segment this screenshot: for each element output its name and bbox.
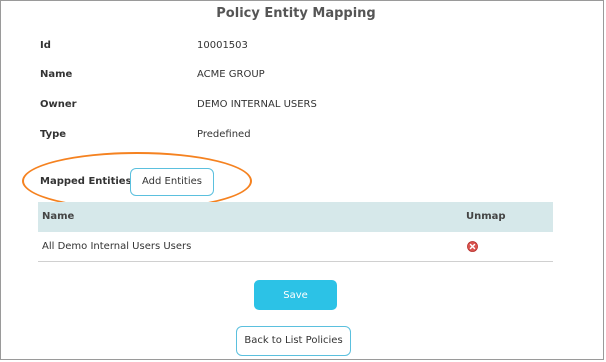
add-entities-button[interactable]: Add Entities: [130, 168, 214, 196]
remove-circle-icon[interactable]: [467, 241, 478, 252]
mapped-entities-label: Mapped Entities :: [40, 176, 140, 187]
back-to-list-button[interactable]: Back to List Policies: [236, 326, 351, 356]
id-label: Id: [40, 40, 51, 51]
page-title: Policy Entity Mapping: [216, 6, 376, 21]
owner-label: Owner: [40, 99, 77, 110]
entity-name-cell: All Demo Internal Users Users: [42, 241, 192, 252]
table-header: Name Unmap: [38, 202, 553, 232]
type-value: Predefined: [197, 129, 251, 140]
column-header-name: Name: [42, 211, 75, 222]
id-value: 10001503: [197, 40, 248, 51]
column-header-unmap: Unmap: [466, 211, 506, 222]
table-row: All Demo Internal Users Users: [38, 232, 553, 262]
name-label: Name: [40, 69, 73, 80]
name-value: ACME GROUP: [197, 69, 265, 80]
save-button[interactable]: Save: [254, 280, 337, 310]
type-label: Type: [40, 129, 67, 140]
owner-value: DEMO INTERNAL USERS: [197, 99, 317, 110]
